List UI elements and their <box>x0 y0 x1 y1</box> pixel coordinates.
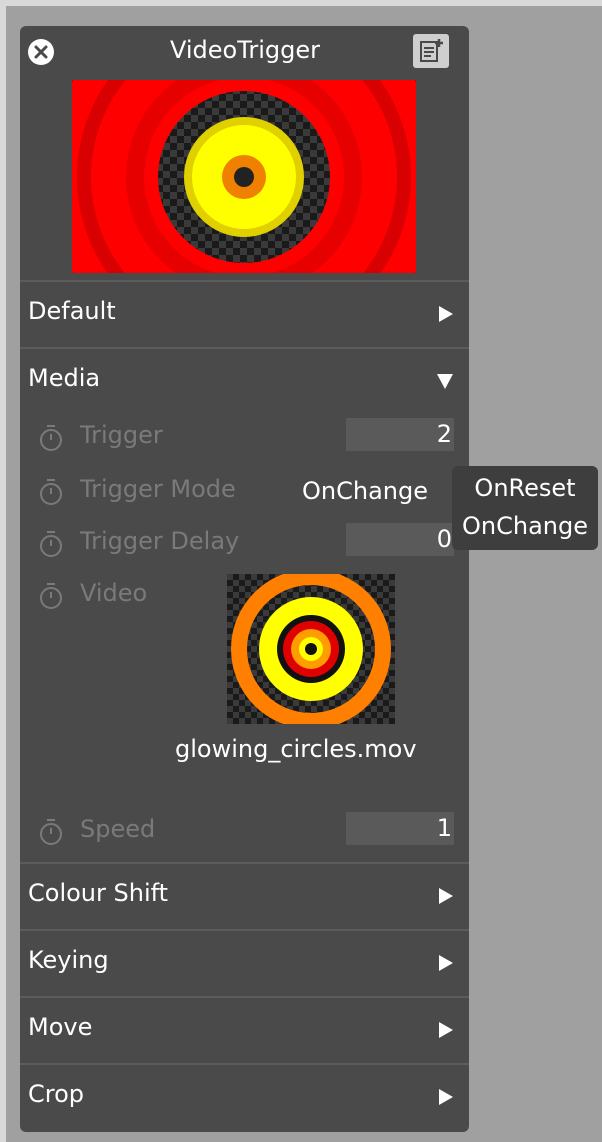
trigger-mode-select[interactable]: OnChange <box>302 475 428 507</box>
expand-arrow-icon <box>439 306 453 322</box>
close-icon <box>34 45 48 59</box>
video-file-name: glowing_circles.mov <box>175 735 417 763</box>
panel-header: VideoTrigger <box>20 26 469 74</box>
video-trigger-node-panel: Video Trigger Default Media Trigger 2 Tri… <box>20 26 469 1132</box>
trigger-value-field[interactable]: 2 <box>346 418 454 451</box>
collapse-arrow-icon <box>437 374 453 389</box>
panel-title: VideoTrigger <box>169 36 320 64</box>
param-label: Trigger <box>80 421 163 449</box>
dropdown-option-onchange[interactable]: OnChange <box>452 510 598 542</box>
section-label: Move <box>28 1013 93 1041</box>
param-label: Trigger Delay <box>80 527 240 555</box>
section-label: Media <box>28 364 101 392</box>
param-label: Trigger Mode <box>80 475 236 503</box>
window-frame-top <box>0 0 602 6</box>
add-note-icon <box>420 39 443 62</box>
section-label: Keying <box>28 946 109 974</box>
close-button[interactable] <box>28 39 54 65</box>
window-frame-left <box>0 0 6 1142</box>
stopwatch-icon[interactable] <box>38 424 64 452</box>
section-label: Colour Shift <box>28 879 169 907</box>
stopwatch-icon[interactable] <box>38 478 64 506</box>
expand-arrow-icon <box>439 1089 453 1105</box>
stopwatch-icon[interactable] <box>38 818 64 846</box>
section-label: Crop <box>28 1080 85 1108</box>
speed-value-field[interactable]: 1 <box>346 812 454 845</box>
add-note-button[interactable] <box>413 34 449 68</box>
trigger-delay-value-field[interactable]: 0 <box>346 523 454 556</box>
section-move[interactable]: Move <box>20 996 469 1060</box>
section-colour-shift[interactable]: Colour Shift <box>20 862 469 926</box>
dropdown-option-onreset[interactable]: OnReset <box>452 472 598 504</box>
output-preview <box>72 80 416 273</box>
expand-arrow-icon <box>439 1022 453 1038</box>
param-label: Video <box>80 579 148 607</box>
param-label: Speed <box>80 815 156 843</box>
section-crop[interactable]: Crop <box>20 1063 469 1127</box>
section-label: Default <box>28 297 116 325</box>
section-default[interactable]: Default <box>20 280 469 344</box>
expand-arrow-icon <box>439 955 453 971</box>
video-thumbnail[interactable] <box>227 574 395 724</box>
expand-arrow-icon <box>439 888 453 904</box>
stopwatch-icon[interactable] <box>38 582 64 610</box>
section-media[interactable]: Media <box>20 347 469 411</box>
stopwatch-icon[interactable] <box>38 530 64 558</box>
section-keying[interactable]: Keying <box>20 929 469 993</box>
trigger-mode-dropdown: OnReset OnChange <box>452 466 598 550</box>
